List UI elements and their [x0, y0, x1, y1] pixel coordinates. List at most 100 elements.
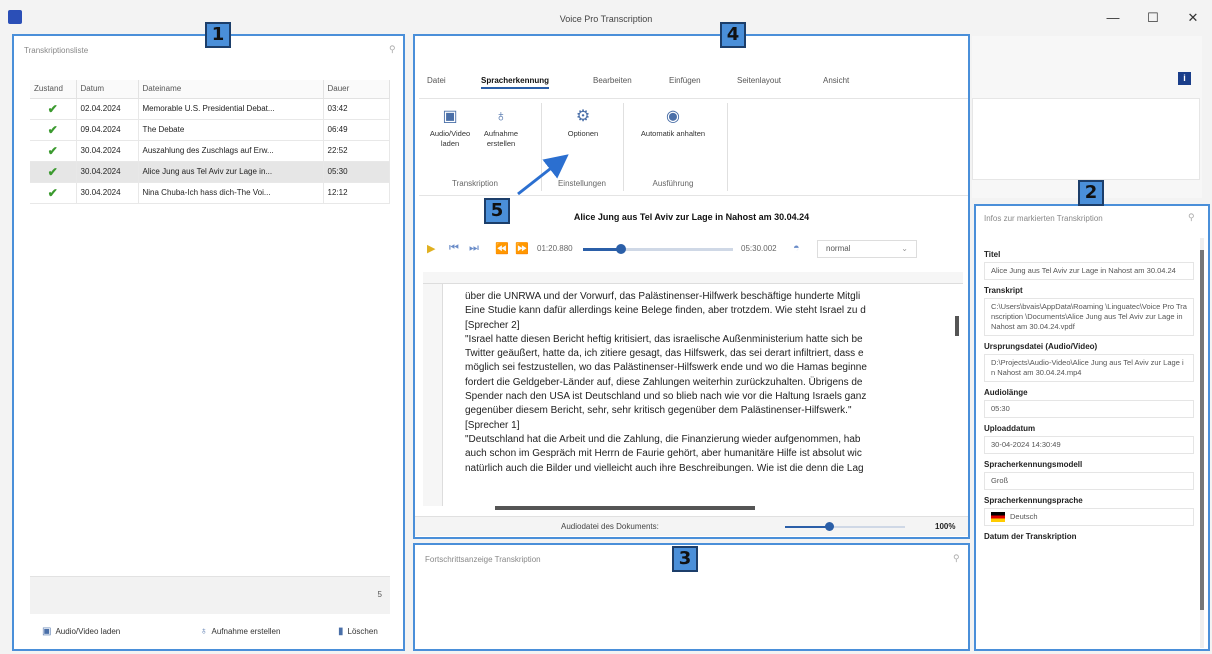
tab-insert[interactable]: Einfügen	[669, 76, 701, 85]
status-bar: Audiodatei des Dokuments: 100%	[415, 516, 968, 536]
row-date: 30.04.2024	[76, 161, 139, 183]
tab-view[interactable]: Ansicht	[823, 76, 849, 85]
field-label: Audiolänge	[984, 388, 1028, 397]
pin-icon[interactable]: ⚲	[1188, 212, 1195, 223]
col-header-date[interactable]: Datum	[76, 80, 139, 99]
ribbon-record-button[interactable]: ♁ Aufnahme erstellen	[477, 107, 525, 149]
row-filename: Auszahlung des Zuschlags auf Erw...	[138, 140, 324, 162]
zoom-value: 100%	[935, 522, 956, 531]
minimize-button[interactable]: —	[1098, 8, 1128, 28]
tab-page-layout[interactable]: Seitenlayout	[737, 76, 781, 85]
player-progress-thumb[interactable]	[615, 244, 626, 254]
ribbon-load-button[interactable]: ▣ Audio/Video laden	[425, 107, 475, 149]
field-value-transcript: C:\Users\bvais\AppData\Roaming \Linguate…	[984, 298, 1194, 336]
table-row[interactable]: ✔ 02.04.2024 Memorable U.S. Presidential…	[30, 98, 390, 120]
field-label: Spracherkennungsmodell	[984, 460, 1083, 469]
col-header-state[interactable]: Zustand	[30, 80, 77, 99]
tab-file[interactable]: Datei	[427, 76, 446, 85]
field-label: Datum der Transkription	[984, 532, 1077, 541]
top-right-box	[972, 98, 1200, 180]
field-value-model: Groß	[984, 472, 1194, 490]
scrollbar-thumb[interactable]	[955, 316, 959, 336]
rewind-icon[interactable]: ⏪	[495, 242, 509, 255]
field-value-length: 05:30	[984, 400, 1194, 418]
col-header-duration[interactable]: Dauer	[323, 80, 390, 99]
play-icon[interactable]: ▶	[427, 242, 435, 255]
vertical-scrollbar[interactable]	[955, 292, 961, 502]
scrollbar-thumb[interactable]	[495, 506, 755, 510]
row-duration: 22:52	[323, 140, 390, 162]
callout-3: 3	[672, 546, 698, 572]
title-bar: Voice Pro Transcription — ☐ ✕	[0, 0, 1212, 34]
player-progress-track[interactable]	[583, 244, 733, 254]
doc-line: [Sprecher 1]	[465, 419, 520, 431]
button-label: Audio/Video laden	[55, 627, 121, 636]
pin-icon[interactable]: ⚲	[389, 44, 396, 55]
scrollbar-thumb[interactable]	[1200, 250, 1204, 610]
ribbon-auto-stop-button[interactable]: ◉ Automatik anhalten	[627, 107, 719, 139]
zoom-thumb[interactable]	[825, 522, 834, 531]
row-duration: 06:49	[323, 119, 390, 141]
table-row[interactable]: ✔ 30.04.2024 Nina Chuba-Ich hass dich-Th…	[30, 182, 390, 204]
table-row[interactable]: ✔ 09.04.2024 The Debate 06:49	[30, 119, 390, 141]
load-audio-video-button[interactable]: ▣ Audio/Video laden	[42, 626, 120, 637]
speed-select[interactable]: normal ⌄	[817, 240, 917, 258]
tab-edit[interactable]: Bearbeiten	[593, 76, 632, 85]
pin-icon[interactable]: ⚲	[953, 553, 960, 564]
row-duration: 03:42	[323, 98, 390, 120]
film-icon: ▣	[42, 626, 52, 637]
info-fields: Titel Alice Jung aus Tel Aviv zur Lage i…	[984, 250, 1194, 544]
row-filename: The Debate	[138, 119, 324, 141]
delete-button[interactable]: ▮ Löschen	[338, 626, 378, 637]
create-recording-button[interactable]: ♁ Aufnahme erstellen	[200, 626, 280, 637]
col-header-filename[interactable]: Dateiname	[138, 80, 324, 99]
row-date: 30.04.2024	[76, 140, 139, 162]
doc-line: möglich sei festzustellen, wo das Paläst…	[465, 362, 867, 374]
ribbon-separator	[727, 103, 728, 191]
button-label: Optionen	[567, 129, 599, 138]
speed-value: normal	[826, 244, 851, 253]
close-button[interactable]: ✕	[1178, 8, 1208, 28]
document-body[interactable]: über die UNRWA und der Vorwurf, das Palä…	[465, 290, 955, 504]
tab-speech-recognition[interactable]: Spracherkennung	[481, 76, 550, 89]
check-icon: ✔	[30, 98, 77, 120]
transcription-list-panel: Transkriptionsliste ⚲ Zustand Datum Date…	[12, 34, 405, 651]
panel-title: Infos zur markierten Transkription	[984, 214, 1103, 223]
doc-line: Eine Studie kann dafür allerdings keine …	[465, 305, 866, 317]
doc-line: [Sprecher 2]	[465, 319, 520, 331]
microphone-icon: ♁	[495, 108, 507, 125]
callout-1: 1	[205, 22, 231, 48]
doc-line: auch schon im Gespräch mit Herrn de Faur…	[465, 448, 862, 460]
row-filename: Alice Jung aus Tel Aviv zur Lage in...	[138, 161, 324, 183]
table-row[interactable]: ✔ 30.04.2024 Auszahlung des Zuschlags au…	[30, 140, 390, 162]
top-right-area: i	[972, 36, 1202, 198]
arrow-graphic	[517, 154, 569, 196]
target-icon: ◉	[666, 108, 680, 125]
item-count: 5	[377, 590, 382, 599]
field-label: Titel	[984, 250, 1001, 259]
button-label: Audio/Video laden	[429, 129, 471, 148]
horizontal-scrollbar[interactable]	[475, 506, 945, 511]
doc-line: über die UNRWA und der Vorwurf, das Palä…	[465, 291, 861, 302]
check-icon: ✔	[30, 119, 77, 141]
field-label: Transkript	[984, 286, 1023, 295]
table-row-selected[interactable]: ✔ 30.04.2024 Alice Jung aus Tel Aviv zur…	[30, 161, 390, 183]
info-panel: Infos zur markierten Transkription ⚲ Tit…	[974, 204, 1210, 651]
info-scrollbar[interactable]	[1200, 238, 1204, 648]
row-date: 02.04.2024	[76, 98, 139, 120]
doc-line: Spender nach den USA ist Deutschland und…	[465, 391, 867, 403]
zoom-slider[interactable]	[785, 522, 905, 531]
field-value-upload: 30-04-2024 14:30:49	[984, 436, 1194, 454]
doc-line: natürlich auch die Bilder und vielleicht…	[465, 462, 864, 474]
skip-back-icon[interactable]: ⏮	[449, 242, 459, 255]
skip-forward-icon[interactable]: ⏭	[469, 242, 479, 255]
fast-forward-icon[interactable]: ⏩	[515, 242, 529, 255]
maximize-button[interactable]: ☐	[1138, 8, 1168, 28]
zoom-fill	[785, 526, 829, 528]
check-icon: ✔	[30, 182, 77, 204]
ribbon-options-button[interactable]: ⚙ Optionen	[555, 107, 611, 139]
ribbon-tabs: Datei Spracherkennung Bearbeiten Einfüge…	[415, 66, 968, 94]
info-icon[interactable]: i	[1178, 72, 1191, 85]
editor-panel: Datei Spracherkennung Bearbeiten Einfüge…	[413, 34, 970, 539]
trash-icon: ▮	[338, 626, 344, 637]
